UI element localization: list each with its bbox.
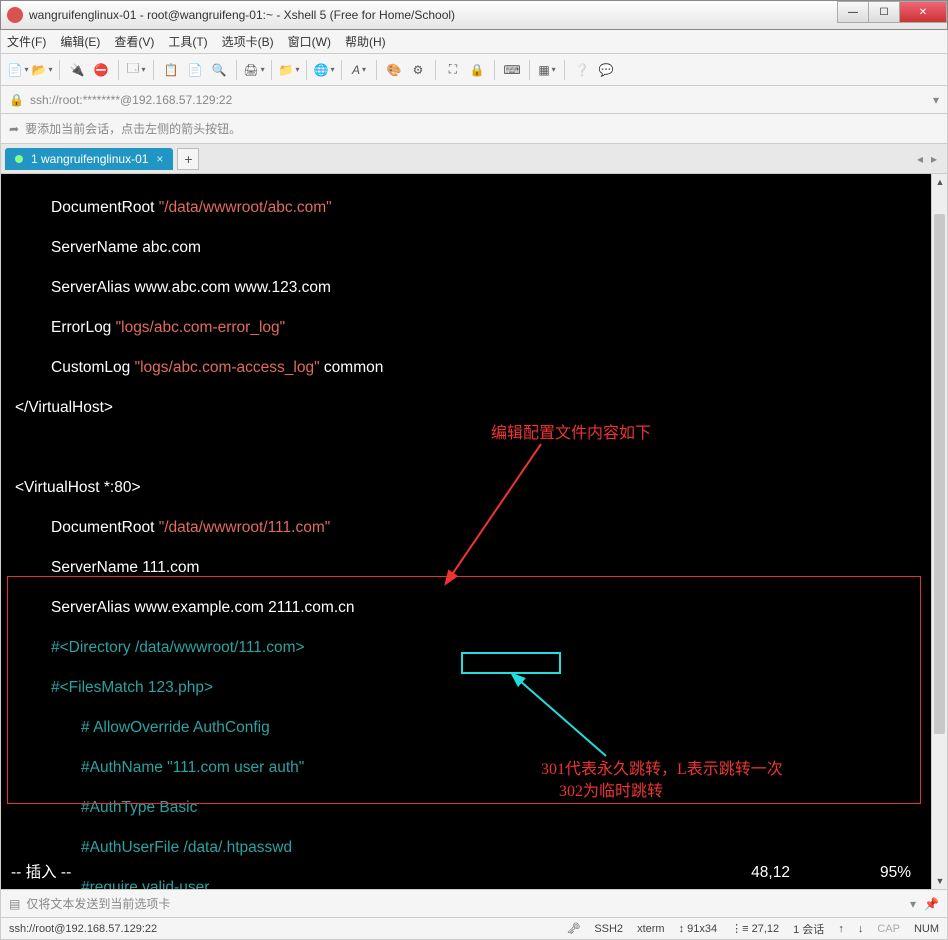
paste-icon[interactable]: 📄: [186, 61, 204, 79]
layout-icon[interactable]: ▦: [538, 61, 556, 79]
maximize-button[interactable]: ☐: [868, 1, 900, 23]
status-cap: CAP: [877, 923, 900, 935]
chat-icon[interactable]: 💬: [597, 61, 615, 79]
menu-view[interactable]: 查看(V): [114, 33, 154, 50]
addressbar: 🔒 ssh://root:********@192.168.57.129:22 …: [0, 86, 948, 114]
keyboard-icon[interactable]: ⌨: [503, 61, 521, 79]
status-address: ssh://root@192.168.57.129:22: [9, 923, 157, 935]
sendbar-text[interactable]: 仅将文本发送到当前选项卡: [26, 895, 170, 912]
sendbar: ▤ 仅将文本发送到当前选项卡 ▾ 📌: [0, 890, 948, 918]
menu-help[interactable]: 帮助(H): [345, 33, 386, 50]
find-icon[interactable]: 🔍: [210, 61, 228, 79]
window-title: wangruifenglinux-01 - root@wangruifeng-0…: [29, 8, 838, 22]
copy-icon[interactable]: 📋: [162, 61, 180, 79]
window-controls: — ☐ ✕: [838, 1, 947, 29]
status-sessions: 1 会话: [793, 921, 824, 937]
tabstrip: 1 wangruifenglinux-01 × + ◂ ▸: [0, 144, 948, 174]
status-term: xterm: [637, 923, 665, 935]
titlebar: wangruifenglinux-01 - root@wangruifeng-0…: [0, 0, 948, 30]
new-session-icon[interactable]: 📄: [9, 61, 27, 79]
toolbar: 📄 📂 🔌 ⛔ 🗔 📋 📄 🔍 🖨 📁 🌐 A 🎨 ⚙ ⛶ 🔒 ⌨ ▦ ❔ 💬: [0, 54, 948, 86]
status-ssh-icon: 🗝: [566, 922, 580, 935]
status-net-down-icon: ↓: [858, 923, 864, 935]
print-icon[interactable]: 🖨: [245, 61, 263, 79]
session-tab[interactable]: 1 wangruifenglinux-01 ×: [5, 148, 173, 170]
tab-status-icon: [15, 155, 23, 163]
sendbar-pin-icon[interactable]: 📌: [924, 897, 939, 911]
menubar: 文件(F) 编辑(E) 查看(V) 工具(T) 选项卡(B) 窗口(W) 帮助(…: [0, 30, 948, 54]
hint-arrow-icon[interactable]: ➦: [9, 122, 19, 136]
menu-window[interactable]: 窗口(W): [288, 33, 331, 50]
terminal-pane[interactable]: DocumentRoot "/data/wwwroot/abc.com" Ser…: [0, 174, 948, 890]
scroll-up-icon[interactable]: ▲: [932, 174, 948, 190]
script-icon[interactable]: ⚙: [409, 61, 427, 79]
menu-tabs[interactable]: 选项卡(B): [222, 33, 274, 50]
fullscreen-icon[interactable]: ⛶: [444, 61, 462, 79]
status-net-up-icon: ↑: [838, 923, 844, 935]
close-button[interactable]: ✕: [899, 1, 947, 23]
open-icon[interactable]: 📂: [33, 61, 51, 79]
menu-file[interactable]: 文件(F): [7, 33, 46, 50]
app-icon: [7, 7, 23, 23]
hint-text: 要添加当前会话，点击左侧的箭头按钮。: [25, 120, 241, 137]
menu-edit[interactable]: 编辑(E): [60, 33, 100, 50]
hintbar: ➦ 要添加当前会话，点击左侧的箭头按钮。: [0, 114, 948, 144]
tab-close-icon[interactable]: ×: [156, 152, 163, 166]
status-rc: 27,12: [752, 923, 780, 935]
status-num: NUM: [914, 923, 939, 935]
address-dropdown-icon[interactable]: ▾: [933, 93, 939, 107]
color-icon[interactable]: 🎨: [385, 61, 403, 79]
statusbar: ssh://root@192.168.57.129:22 🗝 SSH2 xter…: [0, 918, 948, 940]
menu-tools[interactable]: 工具(T): [168, 33, 207, 50]
transfer-icon[interactable]: 📁: [280, 61, 298, 79]
lock-small-icon: 🔒: [9, 93, 24, 107]
vim-status: -- 插入 -- 48,12 95%: [1, 863, 931, 883]
scrollbar[interactable]: ▲ ▼: [931, 174, 947, 889]
lock-icon[interactable]: 🔒: [468, 61, 486, 79]
globe-icon[interactable]: 🌐: [315, 61, 333, 79]
tab-prev-icon[interactable]: ◂: [917, 152, 923, 166]
properties-icon[interactable]: 🗔: [127, 61, 145, 79]
sendbar-dropdown-icon[interactable]: ▾: [910, 897, 916, 911]
tab-label: 1 wangruifenglinux-01: [31, 152, 148, 166]
status-size: 91x34: [687, 923, 717, 935]
send-icon[interactable]: ▤: [9, 897, 20, 911]
tab-add-button[interactable]: +: [177, 148, 199, 170]
minimize-button[interactable]: —: [837, 1, 869, 23]
status-ssh: SSH2: [594, 923, 623, 935]
font-icon[interactable]: A: [350, 61, 368, 79]
help-icon[interactable]: ❔: [573, 61, 591, 79]
tab-next-icon[interactable]: ▸: [931, 152, 937, 166]
disconnect-icon[interactable]: ⛔: [92, 61, 110, 79]
scroll-down-icon[interactable]: ▼: [932, 873, 948, 889]
address-text[interactable]: ssh://root:********@192.168.57.129:22: [30, 93, 232, 107]
scroll-thumb[interactable]: [934, 214, 945, 734]
reconnect-icon[interactable]: 🔌: [68, 61, 86, 79]
